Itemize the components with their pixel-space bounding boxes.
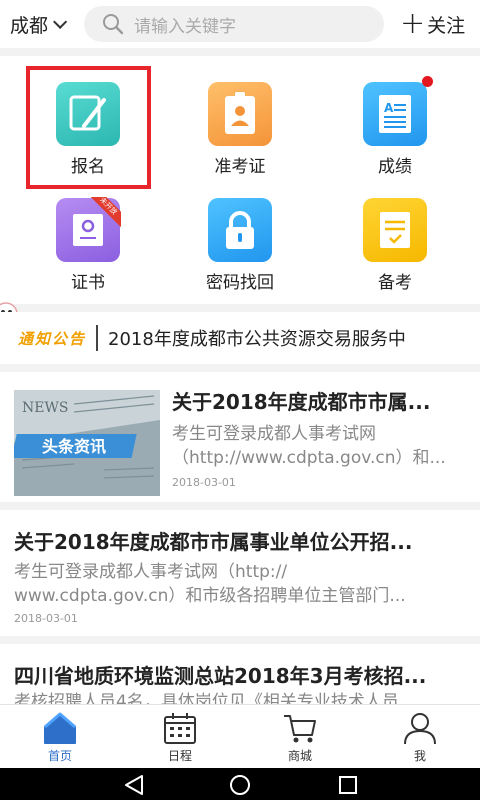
app-screen: { "header": { "city": "成都", "search_plac…: [0, 0, 480, 800]
grid-item-label: 成绩: [378, 157, 412, 177]
svg-text:A: A: [384, 101, 394, 115]
calendar-icon: [164, 713, 196, 744]
city-selector[interactable]: 成都: [10, 11, 80, 38]
highlight-box: [26, 66, 151, 189]
chevron-down-icon: [53, 14, 68, 29]
divider: [96, 325, 99, 351]
news-date: 2018-03-01: [172, 476, 236, 489]
grid-item-scores[interactable]: A 成绩: [330, 56, 460, 180]
follow-label: 关注: [427, 14, 466, 37]
news-item[interactable]: 四川省地质环境监测总站2018年3月考核招... 考核招聘人员4名，具体岗位见《…: [0, 644, 480, 704]
tab-label: 商城: [287, 749, 312, 763]
tab-label: 日程: [167, 749, 192, 763]
notice-bar[interactable]: 通知公告 2018年度成都市公共资源交易服务中: [0, 312, 480, 364]
news-date: 2018-03-01: [14, 612, 78, 625]
id-card-icon: [208, 82, 272, 146]
certificate-icon: 未开放: [56, 197, 121, 262]
news-summary: 考核招聘人员4名，具体岗位见《相关专业技术人员: [14, 692, 399, 704]
search-icon: [103, 14, 124, 35]
news-title: 关于2018年度成都市市属事业单位公开招...: [14, 530, 413, 554]
cart-icon: [284, 715, 316, 743]
follow-button[interactable]: + 关注: [400, 9, 465, 39]
lock-icon: [208, 198, 272, 262]
news-title: 四川省地质环境监测总站2018年3月考核招...: [14, 664, 427, 688]
recent-apps-icon[interactable]: [336, 774, 360, 796]
tab-schedule[interactable]: 日程: [120, 705, 240, 769]
clipboard-icon: [363, 198, 427, 262]
system-nav-bar: [0, 768, 480, 800]
notice-text: 2018年度成都市公共资源交易服务中: [108, 329, 406, 350]
news-summary: 考生可登录成都人事考试网（http:// www.cdpta.gov.cn）和市…: [14, 562, 406, 606]
tab-mall[interactable]: 商城: [240, 705, 360, 769]
person-icon: [404, 713, 436, 745]
news-item[interactable]: NEWS 头条资讯 关于2018年度成都市市属... 考生可登录成都人事考试网 …: [0, 372, 480, 502]
document-icon: A: [363, 82, 427, 146]
grid-item-label: 备考: [378, 273, 412, 293]
svg-text:头条资讯: 头条资讯: [42, 437, 106, 456]
home-circle-icon[interactable]: [228, 774, 252, 796]
unread-dot: [422, 76, 433, 87]
grid-item-label: 密码找回: [206, 273, 274, 293]
news-item[interactable]: 关于2018年度成都市市属事业单位公开招... 考生可登录成都人事考试网（htt…: [0, 510, 480, 636]
tab-home[interactable]: 首页: [0, 705, 120, 769]
plus-icon: +: [400, 6, 426, 41]
news-thumbnail: NEWS 头条资讯: [14, 390, 160, 496]
grid-item-label: 证书: [71, 273, 105, 293]
bottom-tab-bar: 首页 日程 商城 我: [0, 704, 480, 768]
search-input[interactable]: 请输入关键字: [84, 6, 384, 42]
home-icon: [44, 712, 76, 744]
back-icon[interactable]: [122, 774, 146, 796]
svg-text:NEWS: NEWS: [22, 400, 68, 416]
city-label: 成都: [10, 14, 49, 37]
tab-label: 我: [413, 749, 426, 763]
grid-item-label: 准考证: [214, 157, 266, 177]
news-summary: 考生可登录成都人事考试网 （http://www.cdpta.gov.cn）和.…: [172, 424, 446, 468]
search-placeholder: 请输入关键字: [134, 16, 236, 37]
notice-tag: 通知公告: [18, 329, 87, 348]
grid-item-password-recovery[interactable]: 密码找回: [175, 180, 305, 304]
tab-me[interactable]: 我: [360, 705, 480, 769]
function-grid: 报名 准考证 A 成绩 未开放 证书 密码找回 备考: [0, 56, 480, 345]
grid-item-admission-ticket[interactable]: 准考证: [175, 56, 305, 180]
not-open-ribbon: 未开放: [91, 197, 121, 227]
grid-item-certificate[interactable]: 未开放 证书: [23, 180, 153, 304]
top-bar: 成都 请输入关键字 + 关注: [0, 0, 480, 48]
grid-item-exam-prep[interactable]: 备考: [330, 180, 460, 304]
news-title: 关于2018年度成都市市属...: [172, 390, 431, 414]
tab-label: 首页: [47, 749, 72, 763]
